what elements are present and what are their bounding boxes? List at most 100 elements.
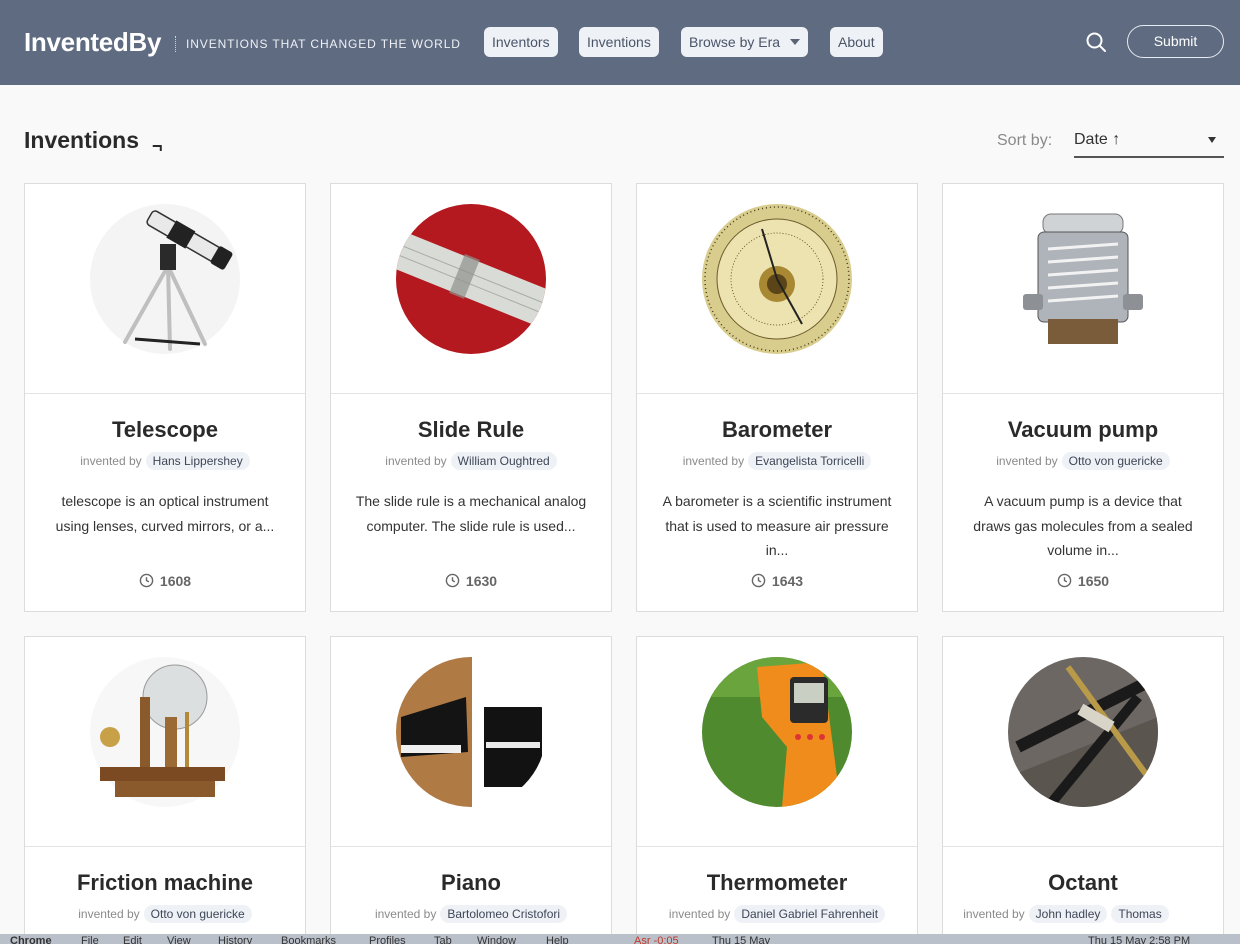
submit-button[interactable]: Submit <box>1127 25 1224 58</box>
dropdown-arrow-icon <box>1208 137 1216 143</box>
card-image-area <box>943 184 1223 394</box>
sort-select-value: Date ↑ <box>1074 131 1121 148</box>
os-menubar: Chrome File Edit View History Bookmarks … <box>0 934 1240 944</box>
card-image-area <box>943 637 1223 847</box>
card-title[interactable]: Friction machine <box>25 870 305 896</box>
card-inventor-line: invented by Otto von guericke <box>943 452 1223 470</box>
card-inventor-line: invented by Evangelista Torricelli <box>637 452 917 470</box>
os-menu-item[interactable]: History <box>218 934 252 944</box>
card-inventor-line: invented by Bartolomeo Cristofori <box>331 905 611 923</box>
card-description: The slide rule is a mechanical analog co… <box>355 493 587 534</box>
card-year-value: 1608 <box>159 573 192 589</box>
inventor-chip[interactable]: Otto von guericke <box>1061 452 1170 470</box>
os-menu-item[interactable]: Edit <box>123 934 142 944</box>
friction-machine-image[interactable] <box>90 657 240 807</box>
os-menu-item[interactable]: Window <box>477 934 516 944</box>
vacuum-pump-image[interactable] <box>1008 204 1158 354</box>
clock-icon <box>751 573 766 588</box>
octant-image[interactable] <box>1008 657 1158 807</box>
thermometer-image[interactable] <box>702 657 852 807</box>
card-title[interactable]: Octant <box>943 870 1223 896</box>
site-tagline: INVENTIONS THAT CHANGED THE WORLD <box>175 36 461 52</box>
invented-by-label: invented by <box>996 454 1058 468</box>
card-inventor-line: invented by Otto von guericke <box>25 905 305 923</box>
card-year-value: 1643 <box>771 573 804 589</box>
os-menu-item[interactable]: Tab <box>434 934 452 944</box>
card-title[interactable]: Barometer <box>637 417 917 443</box>
inventor-chip[interactable]: William Oughtred <box>450 452 557 470</box>
invention-card-slide-rule[interactable]: Slide Rule invented by William Oughtred T… <box>330 183 612 612</box>
sort-label: Sort by: <box>997 132 1053 149</box>
card-year: 1630 <box>331 573 611 589</box>
inventor-chip[interactable]: Daniel Gabriel Fahrenheit <box>734 905 886 923</box>
inventor-chip[interactable]: Evangelista Torricelli <box>748 452 872 470</box>
card-inventor-line: invented by Hans Lippershey <box>25 452 305 470</box>
card-description: A vacuum pump is a device that draws gas… <box>973 493 1193 558</box>
invention-card-octant[interactable]: Octant invented by John hadley Thomas <box>942 636 1224 944</box>
search-icon[interactable] <box>1085 31 1107 53</box>
invented-by-label: invented by <box>963 907 1025 921</box>
invention-card-thermometer[interactable]: Thermometer invented by Daniel Gabriel Fa… <box>636 636 918 944</box>
card-title[interactable]: Telescope <box>25 417 305 443</box>
os-menu-item[interactable]: Profiles <box>369 934 406 944</box>
piano-image[interactable] <box>396 657 546 807</box>
telescope-image[interactable] <box>90 204 240 354</box>
inventor-chip[interactable]: John hadley <box>1028 905 1108 923</box>
os-menu-item[interactable]: Bookmarks <box>281 934 336 944</box>
invented-by-label: invented by <box>374 907 437 921</box>
invention-card-barometer[interactable]: Barometer invented by Evangelista Torrice… <box>636 183 918 612</box>
card-year-value: 1630 <box>465 573 498 589</box>
invention-card-telescope[interactable]: Telescope invented by Hans Lippershey tel… <box>24 183 306 612</box>
os-menu-item[interactable]: File <box>81 934 99 944</box>
card-title[interactable]: Piano <box>331 870 611 896</box>
card-title[interactable]: Slide Rule <box>331 417 611 443</box>
top-navbar: InventedBy INVENTIONS THAT CHANGED THE W… <box>0 0 1240 85</box>
os-menu-item[interactable]: Help <box>546 934 569 944</box>
card-title[interactable]: Thermometer <box>637 870 917 896</box>
inventor-chip[interactable]: Otto von guericke <box>143 905 252 923</box>
clock-icon <box>1057 573 1072 588</box>
invention-card-piano[interactable]: Piano invented by Bartolomeo Cristofori <box>330 636 612 944</box>
invention-card-friction-machine[interactable]: Friction machine invented by Otto von gue… <box>24 636 306 944</box>
card-year: 1650 <box>943 573 1223 589</box>
page-title: Inventions <box>24 127 140 153</box>
slide-rule-image[interactable] <box>396 204 546 354</box>
invented-by-label: invented by <box>668 907 731 921</box>
card-image-area <box>637 637 917 847</box>
inventor-chip[interactable]: Hans Lippershey <box>145 452 250 470</box>
invented-by-label: invented by <box>78 907 140 921</box>
nav-browse-by-era-dropdown[interactable]: Browse by Era <box>681 27 809 57</box>
os-menu-app[interactable]: Chrome <box>10 934 52 944</box>
card-image-area <box>637 184 917 394</box>
card-image-area <box>25 637 305 847</box>
card-inventor-line: invented by William Oughtred <box>331 452 611 470</box>
barometer-image[interactable] <box>702 204 852 354</box>
os-date-badge[interactable]: Thu 15 May <box>712 934 770 944</box>
nav-inventors-button[interactable]: Inventors <box>484 27 558 57</box>
clock-icon <box>445 573 460 588</box>
card-year: 1643 <box>637 573 917 589</box>
os-menu-item[interactable]: View <box>167 934 191 944</box>
invented-by-label: invented by <box>80 454 142 468</box>
browse-by-era-label: Browse by Era <box>689 34 781 50</box>
site-logo[interactable]: InventedBy <box>24 27 161 58</box>
card-image-area <box>331 637 611 847</box>
nav-inventions-button[interactable]: Inventions <box>579 27 659 57</box>
card-title[interactable]: Vacuum pump <box>943 417 1223 443</box>
card-inventor-line: invented by John hadley Thomas <box>943 905 1189 923</box>
card-image-area <box>25 184 305 394</box>
card-image-area <box>331 184 611 394</box>
card-year-value: 1650 <box>1077 573 1110 589</box>
inventor-chip[interactable]: Bartolomeo Cristofori <box>440 905 568 923</box>
invented-by-label: invented by <box>682 454 745 468</box>
nav-about-button[interactable]: About <box>830 27 883 57</box>
card-description: telescope is an optical instrument using… <box>55 493 275 534</box>
clock-icon <box>139 573 154 588</box>
inventor-chip[interactable]: Thomas <box>1111 905 1169 923</box>
title-glyph: ¬ <box>152 136 163 156</box>
os-status-text[interactable]: Asr -0:05 <box>634 934 679 944</box>
sort-select[interactable]: Date ↑ <box>1074 124 1224 158</box>
card-inventor-line: invented by Daniel Gabriel Fahrenheit <box>637 905 917 923</box>
os-clock[interactable]: Thu 15 May 2:58 PM <box>1088 934 1190 944</box>
invention-card-vacuum-pump[interactable]: Vacuum pump invented by Otto von guericke… <box>942 183 1224 612</box>
